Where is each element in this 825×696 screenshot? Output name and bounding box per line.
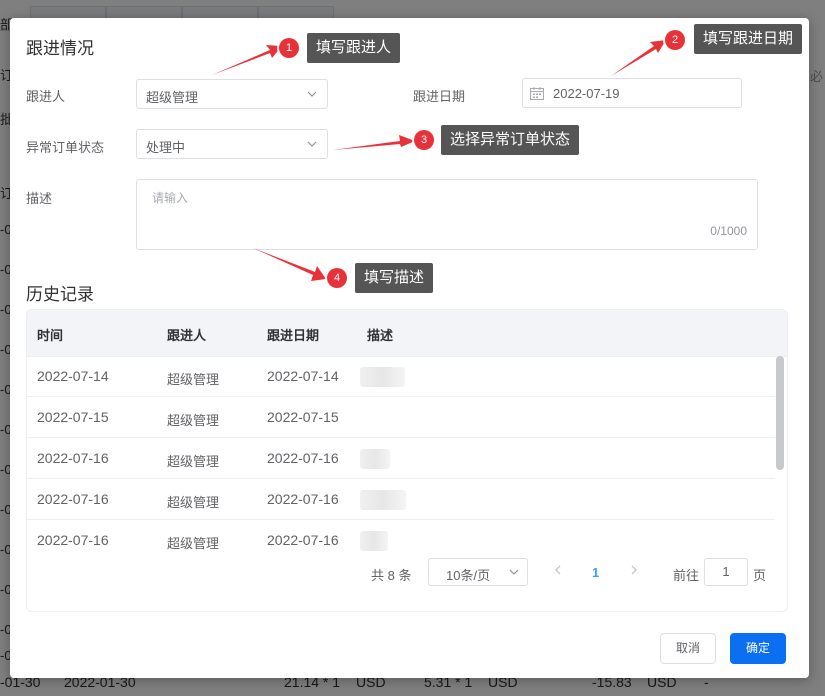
description-placeholder: 请输入 [152,191,189,205]
cell-time: 2022-07-14 [37,368,109,384]
chevron-left-icon[interactable] [551,563,565,577]
dialog-title: 跟进情况 [26,39,94,58]
cell-time: 2022-07-16 [37,532,109,548]
cell-date: 2022-07-14 [267,368,339,384]
chevron-down-icon [307,141,317,147]
page-suffix-label: 页 [753,568,767,583]
follow-date-label: 跟进日期 [413,89,466,104]
calendar-icon [530,87,544,100]
goto-label: 前往 [673,568,700,583]
page-number-current[interactable]: 1 [592,565,599,580]
order-status-label: 异常订单状态 [26,140,105,155]
follow-up-dialog: 跟进情况 跟进人 超级管理 跟进日期 2022-07-19 异常订单状态 处理中… [10,18,809,678]
order-status-select[interactable]: 处理中 [136,129,328,159]
follower-select[interactable]: 超级管理 [136,79,328,109]
cell-description-blurred [360,531,388,551]
cell-description-blurred [360,367,405,387]
pagination-total: 共 8 条 [371,568,412,583]
cell-date: 2022-07-16 [267,450,339,466]
cell-date: 2022-07-16 [267,491,339,507]
table-row: 2022-07-14 超级管理 2022-07-14 [27,356,775,397]
cell-time: 2022-07-16 [37,491,109,507]
follow-date-value: 2022-07-19 [553,86,620,101]
follower-label: 跟进人 [26,89,66,104]
chevron-down-icon [509,569,519,575]
follower-select-value: 超级管理 [146,90,199,105]
annotation-badge-4: 4 [327,268,347,288]
annotation-tooltip-2: 填写跟进日期 [694,24,803,54]
annotation-tooltip-4: 填写描述 [355,263,434,293]
description-label: 描述 [26,191,53,206]
annotation-badge-3: 3 [414,130,434,150]
annotation-tooltip-1: 填写跟进人 [307,33,401,63]
column-header-time: 时间 [37,328,64,343]
cell-date: 2022-07-16 [267,532,339,548]
chevron-right-icon[interactable] [627,563,641,577]
annotation-badge-2: 2 [665,30,685,50]
cell-time: 2022-07-15 [37,409,109,425]
page-size-value: 10条/页 [446,568,491,583]
description-textarea[interactable]: 请输入 0/1000 [136,179,758,250]
table-row: 2022-07-16 超级管理 2022-07-16 [27,479,775,520]
confirm-button[interactable]: 确定 [730,633,786,664]
cell-person: 超级管理 [167,454,220,469]
history-section-title: 历史记录 [26,285,94,304]
column-header-date: 跟进日期 [267,328,320,343]
table-header: 时间 跟进人 跟进日期 描述 [27,310,787,357]
cell-time: 2022-07-16 [37,450,109,466]
order-status-value: 处理中 [146,140,186,155]
history-table: 时间 跟进人 跟进日期 描述 2022-07-14 超级管理 2022-07-1… [26,309,788,612]
cell-person: 超级管理 [167,413,220,428]
cancel-button[interactable]: 取消 [660,633,716,664]
table-row: 2022-07-16 超级管理 2022-07-16 [27,520,775,560]
chevron-down-icon [307,91,317,97]
table-row: 2022-07-15 超级管理 2022-07-15 [27,397,775,438]
column-header-person: 跟进人 [167,328,207,343]
follow-date-picker[interactable]: 2022-07-19 [522,78,742,108]
scrollbar-thumb[interactable] [776,356,784,470]
table-scrollbar[interactable] [776,356,784,476]
cell-person: 超级管理 [167,536,220,551]
cell-person: 超级管理 [167,372,220,387]
cell-date: 2022-07-15 [267,409,339,425]
goto-page-input[interactable]: 1 [704,558,748,586]
cell-description-blurred [360,449,390,469]
column-header-description: 描述 [367,328,394,343]
cell-person: 超级管理 [167,495,220,510]
pagination: 共 8 条 10条/页 1 前往 1 页 [27,556,787,588]
page-size-select[interactable]: 10条/页 [428,558,528,586]
annotation-badge-1: 1 [279,38,299,58]
cell-description-blurred [360,490,406,510]
table-row: 2022-07-16 超级管理 2022-07-16 [27,438,775,479]
annotation-tooltip-3: 选择异常订单状态 [441,125,580,155]
description-char-counter: 0/1000 [710,224,747,238]
